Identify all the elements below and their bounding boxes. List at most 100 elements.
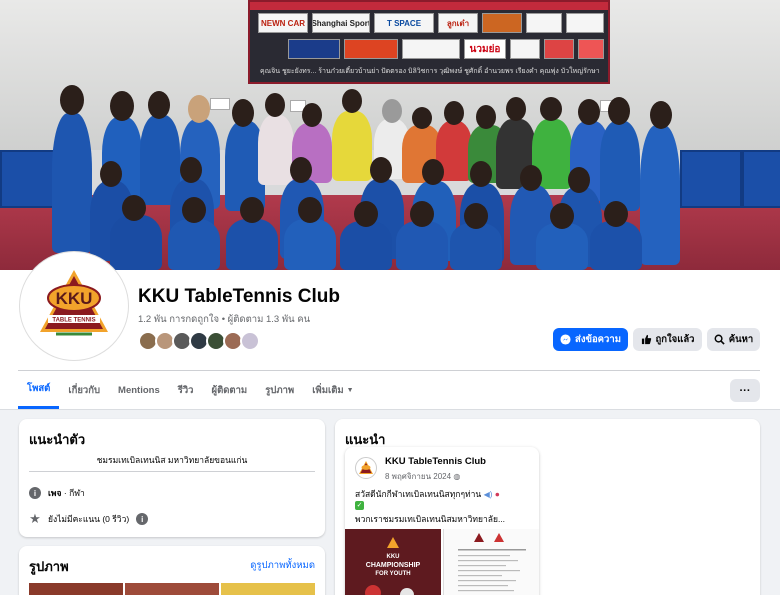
search-icon xyxy=(714,334,725,345)
team-member-head xyxy=(182,197,206,223)
team-member-head xyxy=(476,105,496,129)
team-member-head xyxy=(342,89,362,113)
search-button[interactable]: ค้นหา xyxy=(707,328,760,351)
sponsor-logo: นวมย่อ xyxy=(464,39,506,59)
post-date[interactable]: 8 พฤศจิกายน 2024 ◍ xyxy=(385,470,460,483)
team-member-head xyxy=(464,203,488,229)
banner-title-strip xyxy=(250,2,608,10)
sponsor-logo xyxy=(402,39,460,59)
sponsor-logo xyxy=(578,39,604,59)
post-image-document[interactable] xyxy=(443,529,539,595)
team-member-head xyxy=(604,201,628,227)
tab-mentions[interactable]: Mentions xyxy=(109,371,169,409)
team-member-head xyxy=(422,159,444,185)
category-label: เพจ xyxy=(48,488,62,498)
team-member-head xyxy=(110,91,134,121)
sponsor-logo xyxy=(544,39,574,59)
search-label: ค้นหา xyxy=(728,334,754,345)
tab-more-label: เพิ่มเติม xyxy=(312,384,344,396)
featured-post[interactable]: KKU TableTennis Club 8 พฤศจิกายน 2024 ◍ … xyxy=(345,447,539,595)
liked-button[interactable]: ถูกใจแล้ว xyxy=(633,328,702,351)
post-date-text: 8 พฤศจิกายน 2024 xyxy=(385,472,452,481)
globe-icon: ◍ xyxy=(453,472,461,481)
tab-about[interactable]: เกี่ยวกับ xyxy=(59,371,109,409)
cover-photo[interactable]: NEWN CAR Shanghai Sport T SPACE ลูกเต๋า … xyxy=(0,0,780,270)
team-member-head xyxy=(180,157,202,183)
team-member-head xyxy=(240,197,264,223)
team-member-head xyxy=(188,95,210,123)
logo-text: KKU xyxy=(56,289,93,308)
team-member-head xyxy=(290,157,312,183)
post-author[interactable]: KKU TableTennis Club xyxy=(385,456,486,467)
friend-avatar[interactable] xyxy=(240,331,260,351)
poster-graphic: KKU CHAMPIONSHIP FOR YOUTH xyxy=(345,529,441,595)
team-member-head xyxy=(382,99,402,123)
team-member-head xyxy=(265,93,285,117)
team-member-head xyxy=(60,85,84,115)
see-all-photos-link[interactable]: ดูรูปภาพทั้งหมด xyxy=(250,558,315,573)
page-title: KKU TableTennis Club xyxy=(138,286,340,307)
page-tabs: โพสต์ เกี่ยวกับ Mentions รีวิว ผู้ติดตาม… xyxy=(18,371,363,409)
team-member-head xyxy=(568,167,590,193)
tab-photos[interactable]: รูปภาพ xyxy=(256,371,303,409)
team-member-head xyxy=(148,91,170,119)
sponsor-logo xyxy=(344,39,398,59)
page-category-row: i เพจ · กีฬา xyxy=(29,486,85,500)
tab-posts[interactable]: โพสต์ xyxy=(18,371,60,409)
sponsor-banner: NEWN CAR Shanghai Sport T SPACE ลูกเต๋า … xyxy=(248,0,610,84)
team-member-head xyxy=(578,99,600,125)
more-options-button[interactable]: ··· xyxy=(730,379,760,402)
photos-title: รูปภาพ xyxy=(29,559,69,574)
post-image-poster[interactable]: KKU CHAMPIONSHIP FOR YOUTH xyxy=(345,529,441,595)
caret-down-icon: ▼ xyxy=(346,386,354,394)
team-member xyxy=(110,215,162,270)
intro-title: แนะนำตัว xyxy=(29,432,86,447)
category-detail: กีฬา xyxy=(69,488,85,498)
team-member-head xyxy=(412,107,432,129)
logo-subtext: TABLE TENNIS xyxy=(52,318,95,324)
thumbs-up-icon xyxy=(641,334,651,345)
photo-thumbnail[interactable] xyxy=(221,583,315,595)
send-message-button[interactable]: ส่งข้อความ xyxy=(553,328,628,351)
team-member-head xyxy=(550,203,574,229)
tab-more[interactable]: เพิ่มเติม ▼ xyxy=(303,371,362,409)
sponsor-logo: NEWN CAR xyxy=(258,13,308,33)
team-member xyxy=(284,219,336,270)
sponsor-logo: Shanghai Sport xyxy=(312,13,370,33)
ping-pong-icon: ● xyxy=(494,489,500,499)
team-member-head xyxy=(506,97,526,121)
category-text: เพจ · กีฬา xyxy=(48,488,85,498)
sponsor-logo: ลูกเต๋า xyxy=(438,13,478,33)
page-avatar[interactable]: KKU TABLE TENNIS xyxy=(20,252,128,360)
info-icon[interactable]: i xyxy=(136,513,149,525)
svg-text:FOR YOUTH: FOR YOUTH xyxy=(375,571,410,577)
team-member-head xyxy=(650,101,672,129)
check-icon: ✓ xyxy=(355,501,364,510)
messenger-icon xyxy=(560,334,571,345)
svg-text:CHAMPIONSHIP: CHAMPIONSHIP xyxy=(366,562,421,569)
photos-card: รูปภาพ ดูรูปภาพทั้งหมด xyxy=(19,546,325,595)
sponsor-logo: T SPACE xyxy=(374,13,434,33)
page-stats[interactable]: 1.2 พัน การกดถูกใจ • ผู้ติดตาม 1.3 พัน ค… xyxy=(138,312,310,327)
liked-label: ถูกใจแล้ว xyxy=(655,334,695,345)
tab-reviews[interactable]: รีวิว xyxy=(169,371,203,409)
team-member xyxy=(258,115,294,185)
sponsor-logo xyxy=(510,39,540,59)
follower-avatars[interactable] xyxy=(138,331,260,351)
team-member xyxy=(340,221,392,270)
tab-followers[interactable]: ผู้ติดตาม xyxy=(203,371,257,409)
team-member-head xyxy=(370,157,392,183)
post-author-avatar[interactable] xyxy=(355,457,377,479)
photo-thumbnail[interactable] xyxy=(125,583,219,595)
team-member-head xyxy=(520,165,542,191)
team-member-head xyxy=(470,161,492,187)
team-member xyxy=(590,221,642,270)
photo-thumbnail[interactable] xyxy=(29,583,123,595)
team-member xyxy=(396,221,448,270)
team-member-head xyxy=(302,103,322,127)
kku-logo: KKU TABLE TENNIS xyxy=(25,257,123,355)
team-member xyxy=(52,113,92,253)
team-group-photo xyxy=(40,85,700,270)
banner-sponsor-line: คุณจิน ชูยะยังทร... ร้านก๋วยเตี๋ยวบ้านย่… xyxy=(260,68,600,75)
post-checkmark-line: ✓ xyxy=(355,499,364,510)
